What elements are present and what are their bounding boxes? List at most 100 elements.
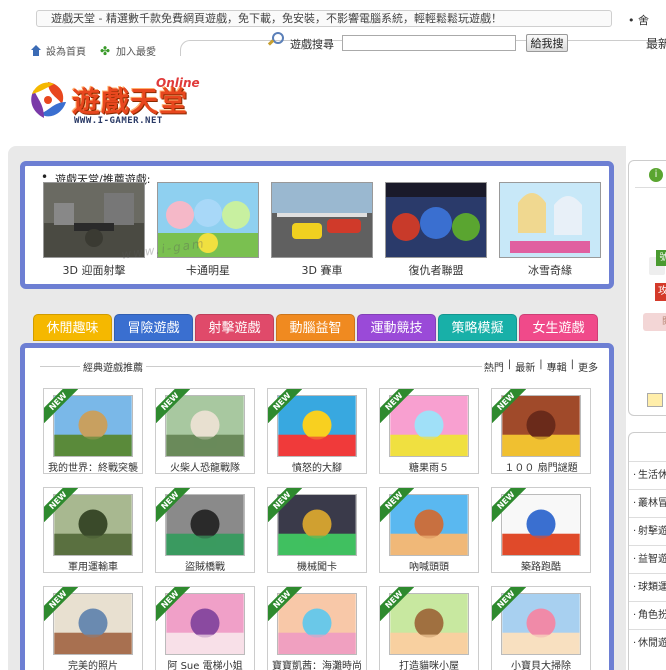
sidebar-category-list: 生活休叢林冒射擊遊益智遊球類運角色扮休閒遊 <box>629 461 666 657</box>
games-header: 經典遊戲推薦 熱門 | 最新 | 專輯 | 更多 <box>40 358 600 374</box>
divider <box>635 187 666 188</box>
tab-adventure[interactable]: 冒險遊戲 <box>114 314 193 341</box>
game-card[interactable]: NEW 阿 Sue 電梯小姐 <box>155 586 255 670</box>
add-favorite-link[interactable]: ✤ 加入最愛 <box>100 43 156 59</box>
top-bar: 遊戲天堂 - 精選數千款免費網頁遊戲，免下載，免安裝，不影響電腦系統，輕輕鬆鬆玩… <box>0 0 666 59</box>
link-hot[interactable]: 熱門 <box>484 359 504 374</box>
red-tag[interactable]: 攻 <box>655 283 666 301</box>
green-tag[interactable]: 號 <box>656 250 666 266</box>
game-card[interactable]: NEW 糖果雨５ <box>379 388 479 474</box>
recommended-games-panel: 遊戲天堂/推薦遊戲: 3D 迎面射擊 卡通明星 3D 賽車 復仇者聯盟 <box>20 161 614 289</box>
game-card[interactable]: NEW 盜賊橋戰 <box>155 487 255 573</box>
new-badge: NEW <box>492 587 526 621</box>
game-card[interactable]: NEW 打造貓咪小屋 <box>379 586 479 670</box>
recommended-label[interactable]: 復仇者聯盟 <box>385 262 487 278</box>
game-card[interactable]: NEW 完美的照片 <box>43 586 143 670</box>
new-badge-text: NEW <box>156 587 190 621</box>
game-title[interactable]: 築路跑酷 <box>492 558 590 573</box>
game-title[interactable]: 我的世界：終戰突襲 <box>44 459 142 474</box>
link-more[interactable]: 更多 <box>578 359 598 374</box>
recommended-label[interactable]: 冰雪奇緣 <box>499 262 601 278</box>
games-title: 經典遊戲推薦 <box>80 359 146 374</box>
favorite-icon: ✤ <box>100 43 111 58</box>
game-card[interactable]: NEW 軍用運輸車 <box>43 487 143 573</box>
logo-url: WWW.I-GAMER.NET <box>74 116 163 126</box>
game-card[interactable]: NEW 小寶貝大掃除 <box>491 586 591 670</box>
game-title[interactable]: 吶喊頭頭 <box>380 558 478 573</box>
sidebar-category-item[interactable]: 叢林冒 <box>629 489 666 517</box>
recommended-item[interactable]: 復仇者聯盟 <box>385 182 487 278</box>
recommended-item[interactable]: 3D 迎面射擊 <box>43 182 145 278</box>
pink-tag[interactable]: 閱 <box>643 313 666 331</box>
recommended-label[interactable]: 3D 賽車 <box>271 262 373 278</box>
set-home-label: 設為首頁 <box>46 47 86 58</box>
game-thumbnail[interactable] <box>499 182 601 258</box>
game-title[interactable]: １００ 扇門謎題 <box>492 459 590 474</box>
game-title[interactable]: 寶寶凱茜：海灘時尚 <box>268 657 366 670</box>
sidebar-category-item[interactable]: 角色扮 <box>629 601 666 629</box>
set-home-link[interactable]: 設為首頁 <box>30 43 86 58</box>
game-title[interactable]: 打造貓咪小屋 <box>380 657 478 670</box>
game-card[interactable]: NEW １００ 扇門謎題 <box>491 388 591 474</box>
tab-sports[interactable]: 運動競技 <box>357 314 436 341</box>
game-thumbnail[interactable] <box>385 182 487 258</box>
logo-swirl-icon <box>28 80 68 120</box>
search-button[interactable]: 給我搜 <box>526 34 568 52</box>
new-badge: NEW <box>380 587 414 621</box>
sidebar-category-panel: 生活休叢林冒射擊遊益智遊球類運角色扮休閒遊 <box>628 432 666 670</box>
new-badge-text: NEW <box>380 488 414 522</box>
game-title[interactable]: 盜賊橋戰 <box>156 558 254 573</box>
game-card[interactable]: NEW 築路跑酷 <box>491 487 591 573</box>
game-card[interactable]: NEW 火柴人恐龍戰隊 <box>155 388 255 474</box>
sidebar-category-item[interactable]: 球類運 <box>629 573 666 601</box>
game-card[interactable]: NEW 我的世界：終戰突襲 <box>43 388 143 474</box>
latest-link[interactable]: 最新 <box>646 35 666 52</box>
new-badge-text: NEW <box>156 389 190 423</box>
new-badge-text: NEW <box>492 389 526 423</box>
sidebar-category-item[interactable]: 生活休 <box>629 461 666 489</box>
sidebar-category-item[interactable]: 休閒遊 <box>629 629 666 657</box>
category-tabs: 休閒趣味 冒險遊戲 射擊遊戲 動腦益智 運動競技 策略模擬 女生遊戲 <box>33 314 598 341</box>
tab-casual[interactable]: 休閒趣味 <box>33 314 112 341</box>
tab-girls[interactable]: 女生遊戲 <box>519 314 598 341</box>
site-logo[interactable]: 遊戲天堂 Online WWW.I-GAMER.NET <box>26 74 216 132</box>
recommended-item[interactable]: 冰雪奇緣 <box>499 182 601 278</box>
game-title[interactable]: 憤怒的大腳 <box>268 459 366 474</box>
link-separator: | <box>507 359 512 370</box>
tab-shooting[interactable]: 射擊遊戲 <box>195 314 274 341</box>
game-title[interactable]: 阿 Sue 電梯小姐 <box>156 657 254 670</box>
game-card[interactable]: NEW 吶喊頭頭 <box>379 487 479 573</box>
game-title[interactable]: 機械闖卡 <box>268 558 366 573</box>
recommended-item[interactable]: 卡通明星 <box>157 182 259 278</box>
game-card[interactable]: NEW 機械闖卡 <box>267 487 367 573</box>
announcement-extra: • 舍 <box>628 14 649 27</box>
link-latest[interactable]: 最新 <box>515 359 535 374</box>
search-input[interactable] <box>342 35 516 51</box>
new-badge: NEW <box>380 389 414 423</box>
recommended-label[interactable]: 3D 迎面射擊 <box>43 262 145 278</box>
sidebar-category-item[interactable]: 射擊遊 <box>629 517 666 545</box>
game-card[interactable]: NEW 寶寶凱茜：海灘時尚 <box>267 586 367 670</box>
game-thumbnail[interactable] <box>271 182 373 258</box>
game-title[interactable]: 軍用運輸車 <box>44 558 142 573</box>
recommended-item[interactable]: 3D 賽車 <box>271 182 373 278</box>
new-badge: NEW <box>492 389 526 423</box>
game-title[interactable]: 小寶貝大掃除 <box>492 657 590 670</box>
avengers-image <box>386 183 486 257</box>
tab-strategy[interactable]: 策略模擬 <box>438 314 517 341</box>
link-albums[interactable]: 專輯 <box>547 359 567 374</box>
racing-scene-image <box>272 183 372 257</box>
game-title[interactable]: 糖果雨５ <box>380 459 478 474</box>
folder-icon[interactable] <box>647 393 663 407</box>
sidebar-category-item[interactable]: 益智遊 <box>629 545 666 573</box>
recommended-label[interactable]: 卡通明星 <box>157 262 259 278</box>
game-card[interactable]: NEW 憤怒的大腳 <box>267 388 367 474</box>
games-links: 熱門 | 最新 | 專輯 | 更多 <box>481 359 600 374</box>
game-title[interactable]: 完美的照片 <box>44 657 142 670</box>
new-badge-text: NEW <box>268 488 302 522</box>
game-title[interactable]: 火柴人恐龍戰隊 <box>156 459 254 474</box>
new-badge-text: NEW <box>44 389 78 423</box>
tab-puzzle[interactable]: 動腦益智 <box>276 314 355 341</box>
new-badge: NEW <box>268 389 302 423</box>
new-badge: NEW <box>44 488 78 522</box>
